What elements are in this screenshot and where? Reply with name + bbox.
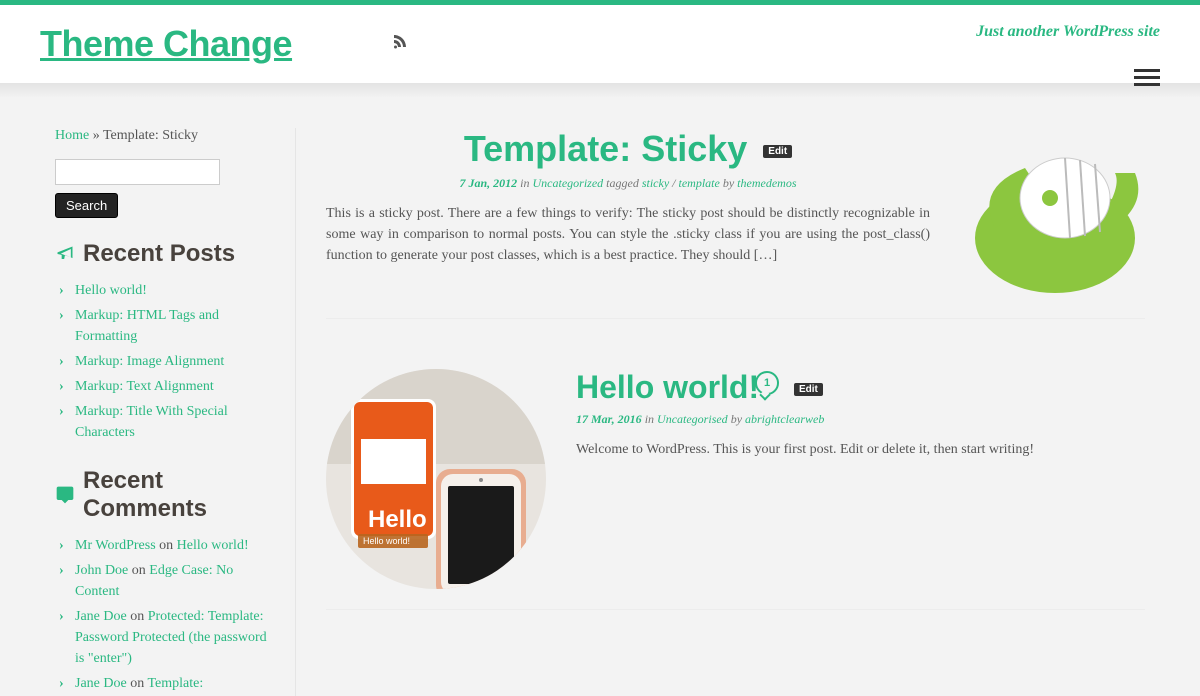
- recent-post-link[interactable]: Markup: Text Alignment: [75, 379, 214, 394]
- search-button[interactable]: Search: [55, 193, 118, 218]
- meta-in: in: [642, 412, 657, 426]
- recent-posts-heading: Recent Posts: [55, 240, 270, 268]
- comment-post-link[interactable]: Template:: [147, 676, 203, 691]
- comments-icon: [55, 485, 75, 505]
- recent-post-link[interactable]: Markup: Image Alignment: [75, 354, 224, 369]
- list-item: John Doe on Edge Case: No Content: [55, 558, 270, 604]
- post-thumbnail[interactable]: Hello Hello world!: [326, 369, 546, 589]
- meta-by: by: [720, 176, 737, 190]
- post-title-link[interactable]: Hello world!: [576, 369, 759, 405]
- recent-comments-list: Mr WordPress on Hello world! John Doe on…: [55, 533, 270, 696]
- breadcrumb-current: Template: Sticky: [103, 128, 198, 143]
- comment-on: on: [127, 609, 148, 624]
- svg-text:Hello: Hello: [368, 506, 427, 533]
- post-meta: 7 Jan, 2012 in Uncategorized tagged stic…: [326, 176, 930, 191]
- recent-post-link[interactable]: Markup: HTML Tags and Formatting: [75, 308, 219, 344]
- bullhorn-icon: [55, 244, 75, 264]
- list-item: Jane Doe on Protected: Template: Passwor…: [55, 604, 270, 671]
- search-form: Search: [55, 159, 270, 218]
- list-item: Hello world!: [55, 278, 270, 303]
- post-tag-link[interactable]: template: [679, 176, 720, 190]
- search-input[interactable]: [55, 159, 220, 185]
- recent-comments-title-text: Recent Comments: [83, 467, 270, 523]
- post-sticky: Template: Sticky Edit 7 Jan, 2012 in Unc…: [326, 128, 1145, 319]
- comment-count-badge[interactable]: 1: [755, 371, 779, 395]
- post-title-link[interactable]: Template: Sticky: [464, 128, 747, 169]
- list-item: Markup: Image Alignment: [55, 349, 270, 374]
- post-tag-link[interactable]: sticky: [642, 176, 669, 190]
- post-featured-image[interactable]: [955, 128, 1145, 298]
- recent-post-link[interactable]: Hello world!: [75, 283, 147, 298]
- meta-in: in: [517, 176, 532, 190]
- comment-on: on: [127, 676, 148, 691]
- list-item: Markup: Text Alignment: [55, 374, 270, 399]
- edit-badge[interactable]: Edit: [763, 145, 792, 158]
- site-title[interactable]: Theme Change: [40, 23, 292, 65]
- comment-author-link[interactable]: Jane Doe: [75, 676, 127, 691]
- header-shadow: [0, 83, 1200, 98]
- site-header: Theme Change Just another WordPress site: [0, 5, 1200, 83]
- meta-slash: /: [669, 176, 678, 190]
- post-author-link[interactable]: themedemos: [737, 176, 796, 190]
- main-content: Template: Sticky Edit 7 Jan, 2012 in Unc…: [295, 128, 1145, 696]
- comment-post-link[interactable]: Hello world!: [177, 538, 249, 553]
- list-item: Markup: HTML Tags and Formatting: [55, 303, 270, 349]
- comment-on: on: [128, 563, 149, 578]
- rss-icon[interactable]: [392, 33, 408, 54]
- post-hello: Hello Hello world! Hello world!1 Edit 17…: [326, 369, 1145, 610]
- post-excerpt: Welcome to WordPress. This is your first…: [576, 439, 1145, 460]
- post-category-link[interactable]: Uncategorized: [533, 176, 604, 190]
- breadcrumb-home[interactable]: Home: [55, 128, 89, 143]
- edit-badge[interactable]: Edit: [794, 383, 823, 396]
- recent-post-link[interactable]: Markup: Title With Special Characters: [75, 404, 228, 440]
- comment-author-link[interactable]: Mr WordPress: [75, 538, 156, 553]
- menu-toggle-icon[interactable]: [1134, 65, 1160, 90]
- breadcrumb: Home » Template: Sticky: [55, 128, 270, 144]
- sidebar: Home » Template: Sticky Search Recent Po…: [55, 128, 295, 696]
- meta-tagged: tagged: [603, 176, 642, 190]
- list-item: Markup: Title With Special Characters: [55, 399, 270, 445]
- comment-author-link[interactable]: John Doe: [75, 563, 128, 578]
- post-category-link[interactable]: Uncategorised: [657, 412, 728, 426]
- meta-by: by: [728, 412, 745, 426]
- post-title: Hello world!1 Edit: [576, 369, 1145, 406]
- post-title: Template: Sticky Edit: [326, 128, 930, 170]
- post-date-link[interactable]: 17 Mar, 2016: [576, 412, 642, 426]
- breadcrumb-sep: »: [89, 128, 103, 143]
- list-item: Mr WordPress on Hello world!: [55, 533, 270, 558]
- post-excerpt: This is a sticky post. There are a few t…: [326, 203, 930, 266]
- list-item: Jane Doe on Template:: [55, 671, 270, 696]
- post-date-link[interactable]: 7 Jan, 2012: [459, 176, 517, 190]
- comment-on: on: [156, 538, 177, 553]
- recent-posts-list: Hello world! Markup: HTML Tags and Forma…: [55, 278, 270, 445]
- site-tagline: Just another WordPress site: [976, 23, 1160, 41]
- recent-comments-heading: Recent Comments: [55, 467, 270, 523]
- comment-author-link[interactable]: Jane Doe: [75, 609, 127, 624]
- recent-posts-title-text: Recent Posts: [83, 240, 235, 268]
- post-author-link[interactable]: abrightclearweb: [745, 412, 824, 426]
- thumb-label: Hello world!: [363, 536, 410, 546]
- post-meta: 17 Mar, 2016 in Uncategorised by abright…: [576, 412, 1145, 427]
